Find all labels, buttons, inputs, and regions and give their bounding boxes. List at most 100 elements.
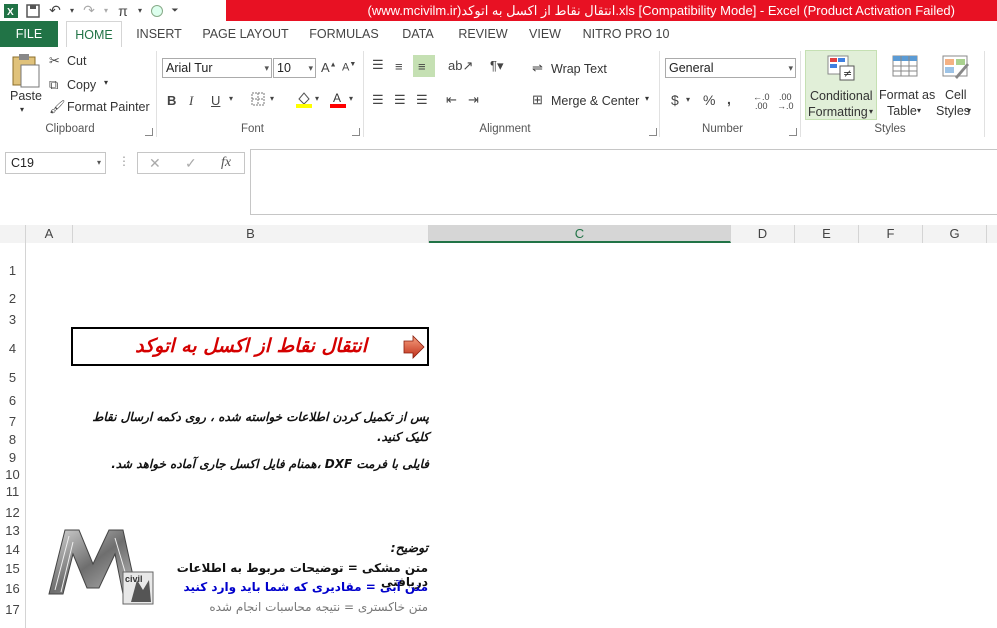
enter-icon[interactable]: ✓ bbox=[185, 155, 197, 172]
decrease-decimal-icon[interactable]: .00 →.0 bbox=[777, 93, 794, 111]
tab-formulas[interactable]: FORMULAS bbox=[304, 21, 384, 47]
row-header[interactable]: 11 bbox=[0, 484, 25, 499]
drag-handle-icon[interactable]: ⋮ bbox=[118, 154, 130, 168]
borders-icon[interactable] bbox=[251, 92, 265, 109]
row-header[interactable]: 3 bbox=[0, 312, 25, 327]
paste-dropdown-icon[interactable]: ▾ bbox=[20, 105, 24, 114]
merge-center-icon[interactable]: ⊞ bbox=[532, 92, 543, 108]
cell-styles-button[interactable]: Cell Styles ▾ bbox=[933, 50, 979, 120]
align-right-icon[interactable]: ☰ bbox=[416, 92, 428, 108]
paste-icon[interactable] bbox=[7, 53, 43, 89]
increase-decimal-icon[interactable]: ←.0.00 bbox=[753, 93, 770, 111]
tab-nitro-pro[interactable]: NITRO PRO 10 bbox=[580, 21, 672, 47]
row-header[interactable]: 15 bbox=[0, 561, 25, 576]
font-color-dropdown-icon[interactable]: ▾ bbox=[349, 94, 353, 103]
wrap-text-icon[interactable]: ⇌ bbox=[532, 60, 543, 76]
align-left-icon[interactable]: ☰ bbox=[372, 92, 384, 108]
comma-button[interactable]: , bbox=[727, 91, 731, 107]
conditional-formatting-button[interactable]: ≠ Conditional Formatting ▾ bbox=[805, 50, 877, 120]
row-header[interactable]: 13 bbox=[0, 523, 25, 538]
font-size-select[interactable]: 10 ▾ bbox=[273, 58, 316, 78]
column-header-b[interactable]: B bbox=[73, 225, 429, 243]
text-direction-icon[interactable]: ¶▾ bbox=[490, 58, 504, 74]
row-header[interactable]: 7 bbox=[0, 414, 25, 429]
number-format-select[interactable]: General ▾ bbox=[665, 58, 796, 78]
equation-dropdown-icon[interactable]: ▾ bbox=[134, 0, 146, 21]
copy-icon[interactable]: ⧉ bbox=[49, 77, 58, 93]
copy-button[interactable]: Copy bbox=[67, 78, 96, 92]
undo-dropdown-icon[interactable]: ▾ bbox=[66, 0, 78, 21]
tab-page-layout[interactable]: PAGE LAYOUT bbox=[198, 21, 293, 47]
italic-button[interactable]: I bbox=[189, 93, 193, 109]
increase-indent-icon[interactable]: ⇥ bbox=[468, 92, 479, 108]
merge-center-button[interactable]: Merge & Center bbox=[551, 94, 639, 108]
column-header-e[interactable]: E bbox=[795, 225, 859, 243]
column-header-g[interactable]: G bbox=[923, 225, 987, 243]
equation-button[interactable]: π bbox=[112, 0, 134, 21]
row-header[interactable]: 17 bbox=[0, 602, 25, 617]
fill-color-dropdown-icon[interactable]: ▾ bbox=[315, 94, 319, 103]
column-header-d[interactable]: D bbox=[731, 225, 795, 243]
column-header-c[interactable]: C bbox=[429, 225, 731, 243]
currency-button[interactable]: $ bbox=[671, 92, 679, 108]
align-middle-icon[interactable]: ≡ bbox=[395, 59, 403, 74]
cancel-icon[interactable]: ✕ bbox=[149, 155, 161, 172]
alignment-launcher-icon[interactable] bbox=[649, 128, 657, 136]
row-header[interactable]: 9 bbox=[0, 450, 25, 465]
select-all-corner[interactable] bbox=[0, 225, 26, 243]
formula-input[interactable] bbox=[250, 149, 997, 215]
format-painter-icon[interactable]: 🖌 bbox=[49, 99, 66, 115]
number-launcher-icon[interactable] bbox=[789, 128, 797, 136]
tab-data[interactable]: DATA bbox=[394, 21, 442, 47]
tab-review[interactable]: REVIEW bbox=[453, 21, 513, 47]
circle-icon[interactable] bbox=[146, 0, 168, 21]
increase-font-icon[interactable]: A▲ bbox=[321, 60, 337, 75]
align-bottom-button[interactable]: ≡ bbox=[413, 55, 435, 77]
row-header[interactable]: 1 bbox=[0, 263, 25, 278]
redo-icon[interactable]: ↷ bbox=[78, 0, 100, 21]
row-header[interactable]: 2 bbox=[0, 291, 25, 306]
clipboard-launcher-icon[interactable] bbox=[145, 128, 153, 136]
name-box[interactable]: C19 ▾ bbox=[5, 152, 106, 174]
percent-button[interactable]: % bbox=[703, 92, 715, 108]
orientation-icon[interactable]: ab↗ bbox=[448, 58, 473, 74]
format-painter-button[interactable]: Format Painter bbox=[67, 100, 150, 114]
row-header[interactable]: 16 bbox=[0, 581, 25, 596]
fill-color-icon[interactable] bbox=[295, 90, 313, 111]
copy-dropdown-icon[interactable]: ▾ bbox=[104, 78, 108, 87]
column-header-f[interactable]: F bbox=[859, 225, 923, 243]
redo-dropdown-icon[interactable]: ▾ bbox=[100, 0, 112, 21]
row-header[interactable]: 8 bbox=[0, 432, 25, 447]
row-header[interactable]: 10 bbox=[0, 467, 25, 482]
paste-button[interactable]: Paste bbox=[10, 89, 42, 103]
row-header[interactable]: 6 bbox=[0, 393, 25, 408]
insert-function-button[interactable]: fx bbox=[221, 155, 231, 171]
row-header[interactable]: 5 bbox=[0, 370, 25, 385]
decrease-font-icon[interactable]: A▼ bbox=[342, 61, 356, 74]
tab-insert[interactable]: INSERT bbox=[131, 21, 187, 47]
tab-home[interactable]: HOME bbox=[66, 21, 122, 48]
cut-button[interactable]: Cut bbox=[67, 54, 86, 68]
row-header[interactable]: 4 bbox=[0, 341, 25, 356]
cut-icon[interactable]: ✂ bbox=[49, 53, 60, 69]
font-name-select[interactable]: Arial Tur ▾ bbox=[162, 58, 272, 78]
row-header[interactable]: 12 bbox=[0, 505, 25, 520]
wrap-text-button[interactable]: Wrap Text bbox=[551, 62, 607, 76]
column-header-a[interactable]: A bbox=[26, 225, 73, 243]
decrease-indent-icon[interactable]: ⇤ bbox=[446, 92, 457, 108]
format-as-table-button[interactable]: Format as Table ▾ bbox=[877, 50, 935, 120]
row-header[interactable]: 14 bbox=[0, 542, 25, 557]
align-center-icon[interactable]: ☰ bbox=[394, 92, 406, 108]
font-launcher-icon[interactable] bbox=[352, 128, 360, 136]
merge-dropdown-icon[interactable]: ▾ bbox=[645, 94, 649, 103]
customize-qat-icon[interactable]: ⏷ bbox=[168, 0, 182, 21]
tab-file[interactable]: FILE bbox=[0, 21, 58, 47]
font-color-icon[interactable]: A bbox=[329, 90, 347, 111]
undo-icon[interactable]: ↶ bbox=[44, 0, 66, 21]
tab-view[interactable]: VIEW bbox=[523, 21, 567, 47]
currency-dropdown-icon[interactable]: ▾ bbox=[686, 95, 690, 104]
bold-button[interactable]: B bbox=[167, 93, 176, 108]
align-top-icon[interactable]: ☰ bbox=[372, 57, 384, 73]
excel-logo-icon[interactable]: X bbox=[0, 0, 22, 21]
underline-dropdown-icon[interactable]: ▾ bbox=[229, 94, 233, 103]
